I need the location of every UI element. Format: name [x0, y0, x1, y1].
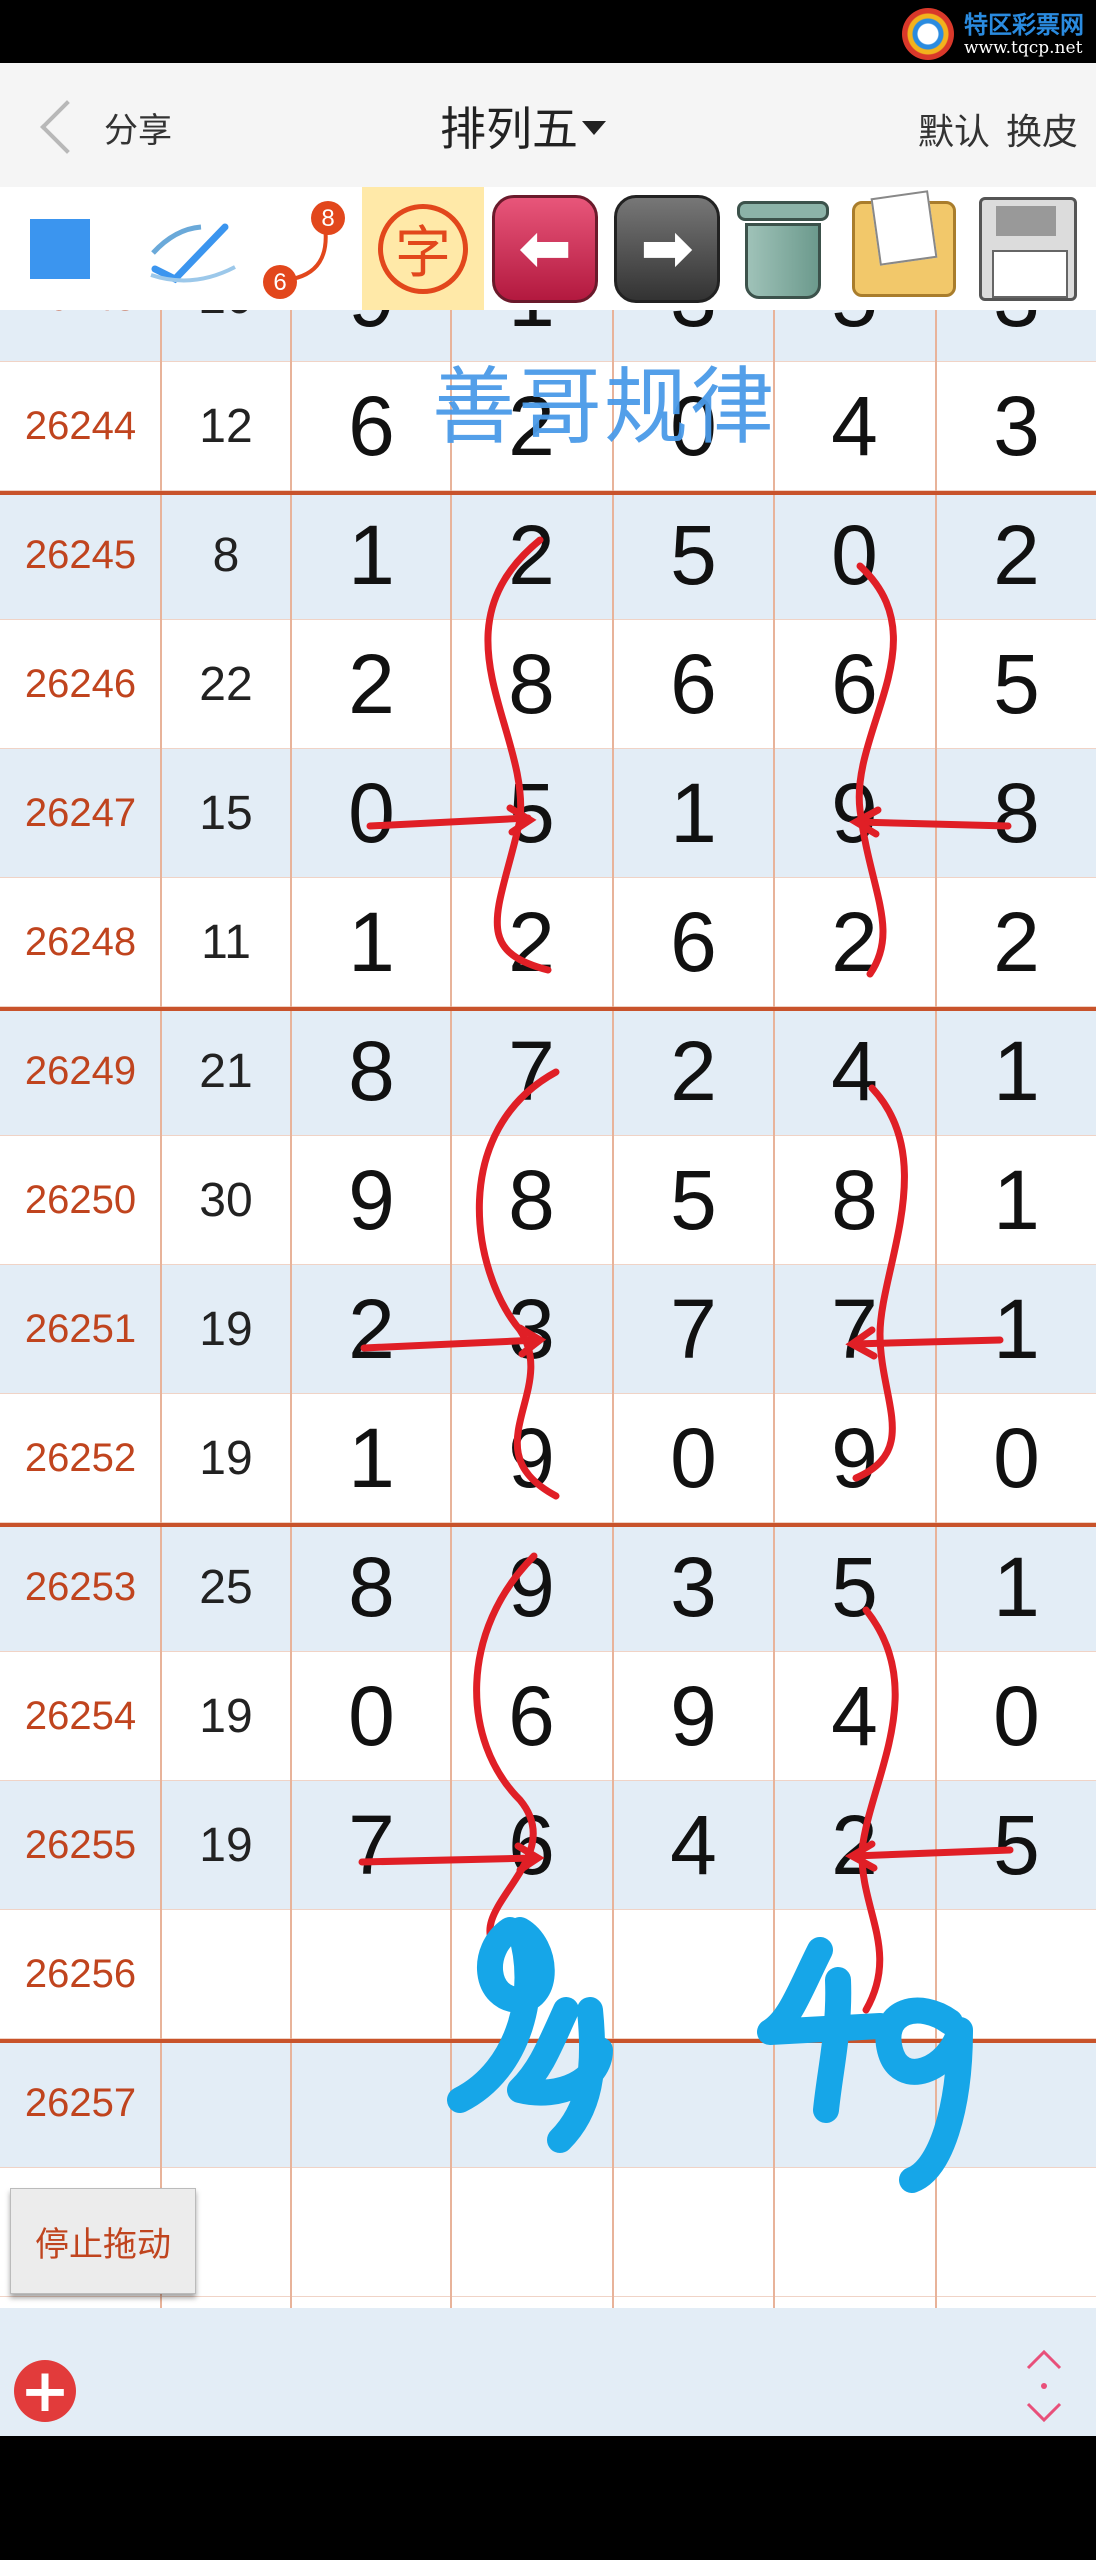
gallery-button[interactable]: [846, 187, 962, 310]
bottom-bar: +: [0, 2308, 1096, 2436]
trash-icon: [737, 197, 829, 301]
badge-bottom: 6: [273, 269, 286, 296]
default-button[interactable]: 默认: [918, 103, 990, 155]
caret-down-icon: [582, 121, 606, 135]
pen-check-icon: [150, 223, 236, 283]
drawing-toolbar: 8 6 字 ⬅ ➡: [0, 187, 1096, 310]
system-nav-bar: [0, 2436, 1096, 2560]
badge-top: 8: [321, 205, 334, 232]
undo-button[interactable]: ⬅: [492, 187, 598, 310]
color-square-icon: [30, 218, 90, 279]
redo-arrow-icon: ➡: [614, 194, 720, 303]
watermark-url: www.tqcp.net: [964, 38, 1083, 58]
save-button[interactable]: [970, 187, 1086, 310]
color-picker-button[interactable]: [20, 187, 100, 310]
connect-line-icon: 8 6: [263, 200, 345, 299]
undo-arrow-icon: ⬅: [492, 194, 598, 303]
page-title: 排列五: [440, 102, 578, 156]
site-watermark: 特区彩票网 www.tqcp.net: [902, 6, 1084, 62]
chevron-left-icon: [40, 100, 94, 154]
status-bar: 特区彩票网 www.tqcp.net: [0, 0, 1096, 63]
add-icon[interactable]: +: [14, 2360, 76, 2422]
text-tool-button[interactable]: 字: [362, 187, 484, 310]
lottery-type-dropdown[interactable]: 排列五: [440, 93, 606, 159]
photo-folder-icon: [852, 200, 956, 297]
redo-button[interactable]: ➡: [614, 187, 720, 310]
reorder-arrows-icon[interactable]: [1022, 2348, 1066, 2424]
change-skin-button[interactable]: 换皮: [1006, 103, 1078, 155]
text-tool-icon: 字: [378, 203, 468, 294]
handwritten-prediction-49: [757, 1937, 973, 2193]
connect-tool-button[interactable]: 8 6: [254, 187, 354, 310]
watermark-name: 特区彩票网: [964, 11, 1084, 39]
handwritten-annotations: [358, 536, 1014, 2193]
pen-tool-button[interactable]: [138, 187, 248, 310]
handwritten-prediction-94: [447, 1917, 613, 2153]
app-header: 分享 排列五 默认 换皮: [0, 63, 1096, 188]
stop-drag-button[interactable]: 停止拖动: [10, 2188, 196, 2294]
watermark-logo-icon: [902, 8, 954, 60]
floppy-disk-icon: [979, 196, 1077, 301]
clear-button[interactable]: [728, 187, 838, 310]
share-back-button[interactable]: 分享: [28, 99, 198, 155]
draw-results-table[interactable]: 2624320913532624412620432624581250226246…: [0, 310, 1096, 2308]
share-label: 分享: [104, 110, 172, 151]
